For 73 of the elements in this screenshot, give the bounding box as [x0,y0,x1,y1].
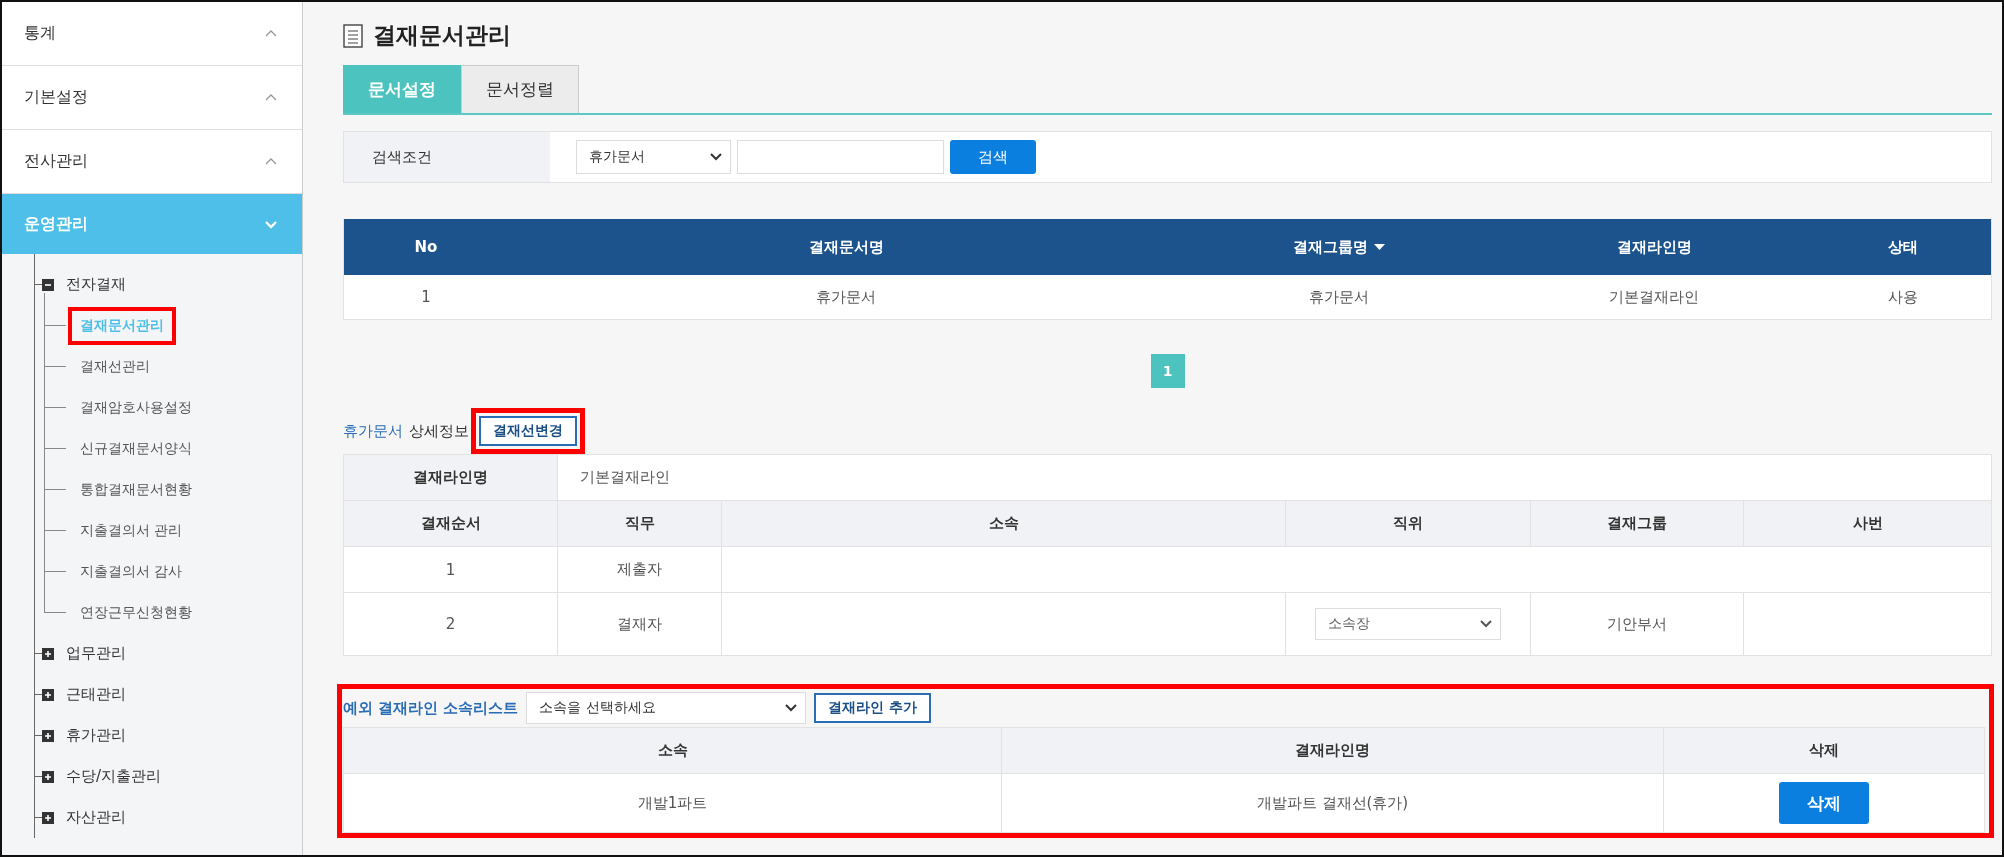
position-select[interactable]: 소속장 [1315,608,1501,640]
column-header: 결재그룹 [1530,500,1744,547]
plus-icon[interactable] [42,770,54,783]
table-cell: 1 [343,546,558,593]
minus-icon[interactable] [42,278,54,291]
tree-item[interactable]: 업무관리 [66,644,126,663]
tree-item[interactable]: 신규결재문서양식 [68,429,204,468]
tree-item[interactable]: 연장근무신청현황 [68,593,204,632]
section-title: 예외 결재라인 소속리스트 [343,698,519,718]
sidebar-menu-item[interactable]: 통계 [2,2,302,66]
list-icon [343,23,363,48]
delete-button[interactable]: 삭제 [1779,782,1869,824]
document-name: 휴가문서 [343,421,403,441]
sidebar-menu-item[interactable]: 전사관리 [2,130,302,194]
column-header: 결재라인명 [1001,727,1664,774]
table-cell: 개발파트 결재선(휴가) [1001,773,1664,833]
section-label: 상세정보 [409,421,469,441]
department-select[interactable]: 소속을 선택하세요 [526,692,807,724]
column-header[interactable]: 결재그룹명 [1184,219,1494,275]
tree-item[interactable]: 근태관리 [66,685,126,704]
chevron-icon [264,29,278,38]
caret-icon [1480,620,1492,628]
table-cell-text: 휴가문서 [1308,286,1370,308]
tree-item[interactable]: 전자결재 [66,275,126,294]
search-button[interactable]: 검색 [950,140,1036,174]
column-header[interactable]: 결재문서명 [508,219,1184,275]
add-line-button[interactable]: 결재라인 추가 [814,693,932,723]
column-header: 사번 [1743,500,1992,547]
sort-caret-icon [1374,244,1385,250]
plus-icon[interactable] [42,729,54,742]
document-select[interactable]: 휴가문서 [576,140,731,174]
chevron-icon [264,157,278,166]
table-cell: 개발1파트 [343,773,1002,833]
search-field[interactable] [737,140,944,174]
column-header[interactable]: 결재라인명 [1494,219,1814,275]
table-cell-text: 기본결재라인 [1608,286,1700,308]
table-cell: 기안부서 [1530,592,1744,656]
change-line-button[interactable]: 결재선변경 [479,416,577,446]
table-cell: 기본결재라인 [557,454,1992,501]
plus-icon[interactable] [42,647,54,660]
search-label: 검색조건 [344,132,550,182]
table-cell-text: 휴가문서 [815,286,877,308]
tree-item[interactable]: 지출결의서 감사 [68,552,195,591]
column-header[interactable]: No [344,219,508,275]
column-header[interactable]: 상태 [1814,219,1991,275]
tree-item[interactable]: 결재암호사용설정 [68,388,204,427]
caret-icon [710,153,722,161]
table-cell-text: 사용 [1886,286,1919,308]
column-header: 직위 [1285,500,1531,547]
chevron-icon [264,219,278,229]
tree-item[interactable]: 휴가관리 [66,726,126,745]
tree-item[interactable]: 지출결의서 관리 [68,511,195,550]
row-header: 결재라인명 [343,454,558,501]
table-cell: 결재자 [557,592,722,656]
column-header: 결재순서 [343,500,558,547]
column-header: 소속 [721,500,1286,547]
tree-item[interactable]: 통합결재문서현황 [68,470,204,509]
page-title: 결재문서관리 [373,21,511,50]
column-header: 삭제 [1663,727,1985,774]
column-header: 소속 [343,727,1002,774]
caret-icon [785,704,798,712]
chevron-icon [264,93,278,102]
tab[interactable]: 문서정렬 [461,65,579,113]
table-cell-text: 1 [420,287,432,308]
table-cell: 제출자 [557,546,722,593]
sidebar-menu-item[interactable]: 기본설정 [2,66,302,130]
plus-icon[interactable] [42,811,54,824]
tree-item[interactable]: 결재선관리 [68,347,162,386]
plus-icon[interactable] [42,688,54,701]
column-header: 직무 [557,500,722,547]
tree-item[interactable]: 수당/지출관리 [66,767,162,786]
table-cell: 2 [343,592,558,656]
tree-item[interactable]: 자산관리 [66,808,126,827]
